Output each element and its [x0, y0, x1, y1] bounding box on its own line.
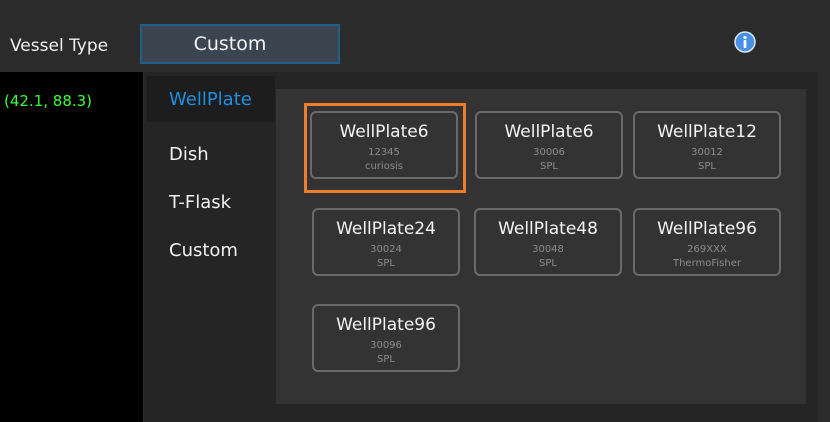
vessel-type-dropdown[interactable]: Custom	[140, 24, 340, 64]
vessel-type-value: Custom	[193, 33, 267, 55]
vessel-code: 269XXX	[687, 244, 727, 255]
vessel-code: 30006	[533, 147, 565, 158]
category-label: Custom	[169, 239, 238, 261]
category-item-wellplate[interactable]: WellPlate	[147, 76, 275, 122]
vessel-brand: ThermoFisher	[672, 258, 741, 269]
left-info-panel	[0, 72, 143, 422]
category-item-custom[interactable]: Custom	[147, 227, 275, 273]
vessel-code: 30096	[370, 340, 402, 351]
category-sidebar: WellPlate Dish T-Flask Custom	[147, 76, 275, 422]
vessel-tile[interactable]: WellPlate96 269XXX ThermoFisher	[633, 208, 781, 276]
vessel-code: 30024	[370, 244, 402, 255]
vessel-tile[interactable]: WellPlate12 30012 SPL	[633, 111, 781, 179]
vessel-code: 30048	[532, 244, 564, 255]
coordinates-readout: (42.1, 88.3)	[4, 92, 93, 110]
vessel-brand: SPL	[377, 354, 395, 365]
vessel-tile[interactable]: WellPlate48 30048 SPL	[474, 208, 622, 276]
vessel-code: 30012	[691, 147, 723, 158]
selected-vessel-highlight	[304, 103, 466, 193]
category-label: Dish	[169, 143, 209, 165]
vessel-brand: SPL	[539, 258, 557, 269]
vessel-name: WellPlate96	[336, 315, 436, 335]
vessel-tile[interactable]: WellPlate6 30006 SPL	[475, 111, 623, 179]
vessel-brand: SPL	[698, 161, 716, 172]
vessel-name: WellPlate96	[657, 219, 757, 239]
vessel-brand: SPL	[540, 161, 558, 172]
vessel-type-label: Vessel Type	[10, 36, 109, 56]
vessel-name: WellPlate48	[498, 219, 598, 239]
right-edge-strip	[818, 72, 830, 422]
category-label: WellPlate	[169, 88, 252, 110]
vessel-name: WellPlate6	[504, 122, 594, 142]
vessel-brand: SPL	[377, 258, 395, 269]
vessel-name: WellPlate24	[336, 219, 436, 239]
category-item-t-flask[interactable]: T-Flask	[147, 179, 275, 225]
info-icon[interactable]	[734, 31, 756, 53]
vessel-tile[interactable]: WellPlate96 30096 SPL	[312, 304, 460, 372]
vessel-name: WellPlate12	[657, 122, 757, 142]
category-item-dish[interactable]: Dish	[147, 131, 275, 177]
vessel-tile[interactable]: WellPlate24 30024 SPL	[312, 208, 460, 276]
category-label: T-Flask	[169, 191, 232, 213]
